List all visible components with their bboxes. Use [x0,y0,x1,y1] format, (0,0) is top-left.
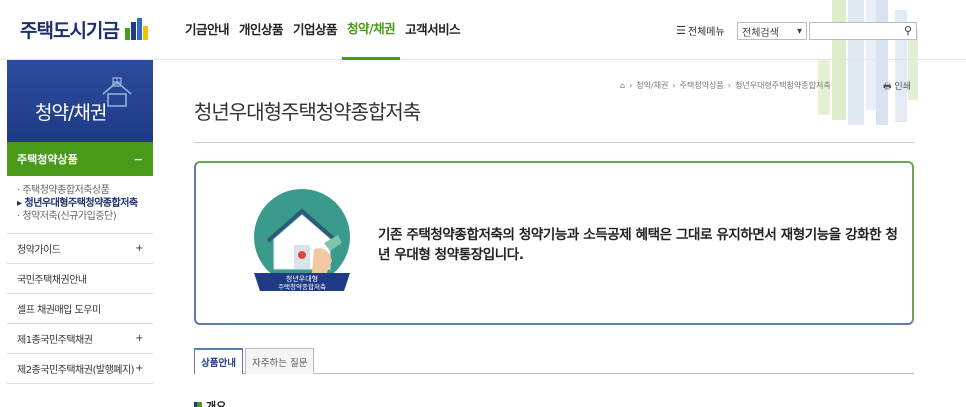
hamburger-icon: ☰ [676,24,686,37]
submenu-item-subscription-savings[interactable]: · 청약저축(신규가입중단) [17,210,153,223]
expand-icon: + [135,243,143,254]
left-nav-item-type2-bond[interactable]: 제2종국민주택채권(발행폐지) + [7,354,153,384]
nav-business-products[interactable]: 기업상품 [288,0,342,60]
search-scope-select[interactable]: 전체검색 ▾ [737,22,807,40]
submenu-item-youth-savings[interactable]: ▸ 청년우대형주택청약종합저축 [17,197,153,210]
expand-icon: + [135,333,143,344]
collapse-icon: − [133,152,143,166]
divider [194,142,914,143]
left-nav-submenu: · 주택청약종합저축상품 ▸ 청년우대형주택청약종합저축 · 청약저축(신규가입… [7,176,153,234]
breadcrumb-item[interactable]: 주택청약상품 [680,80,724,91]
tab-product-info[interactable]: 상품안내 [194,348,243,374]
nav-subscription-bonds[interactable]: 청약/채권 [342,0,401,60]
tab-faq[interactable]: 자주하는 질문 [244,348,315,374]
left-nav-title: 청약/채권 [35,102,107,124]
content-tabs: 상품안내 자주하는 질문 [194,348,914,374]
left-nav-category[interactable]: 주택청약상품 − [7,142,153,176]
left-nav-item-label: 국민주택채권안내 [17,275,87,286]
page-title: 청년우대형주택청약종합저축 [194,100,421,124]
left-nav-item-type1-bond[interactable]: 제1종국민주택채권 + [7,324,153,354]
breadcrumb-separator: › [629,81,633,90]
home-icon[interactable]: ⌂ [620,81,625,90]
logo-mark-icon [124,17,148,40]
breadcrumb-separator: › [727,81,731,90]
left-nav-item-label: 제1종국민주택채권 [17,335,93,346]
product-intro-text: 기존 주택청약종합저축의 청약기능과 소득공제 혜택은 그대로 유지하면서 재형… [378,227,898,263]
section-heading-text: 개요 [206,400,227,407]
nav-customer-service[interactable]: 고객서비스 [400,0,465,60]
print-label: 인쇄 [894,82,911,92]
chevron-down-icon: ▾ [796,25,802,37]
breadcrumb-item[interactable]: 청약/채권 [636,80,668,91]
nav-fund-info[interactable]: 기금안내 [180,0,234,60]
section-heading: 개요 [194,398,226,407]
nav-personal-products[interactable]: 개인상품 [234,0,288,60]
expand-icon: + [135,363,143,374]
left-nav-header: 청약/채권 [7,60,153,142]
category-label: 주택청약상품 [17,153,78,166]
breadcrumb-separator: › [672,81,676,90]
breadcrumb: ⌂ › 청약/채권 › 주택청약상품 › 청년우대형주택청약종합저축 [620,80,835,91]
left-nav-item-self-bond-helper[interactable]: 셀프 채권매입 도우미 [7,294,153,324]
left-nav-item-label: 제2종국민주택채권(발행폐지) [17,365,135,376]
printer-icon: 🖶 [883,82,892,92]
logo-text: 주택도시기금 [20,20,120,42]
search-scope-value: 전체검색 [742,27,779,39]
left-nav-item-label: 청약가이드 [17,245,61,256]
product-intro-box: 청년우대형 주택청약종합저축 기존 주택청약종합저축의 청약기능과 소득공제 혜… [194,161,914,325]
left-nav-item-label: 셀프 채권매입 도우미 [17,305,101,316]
heading-bullet-icon [194,402,202,407]
search-input[interactable]: ⚲ [809,22,917,40]
submenu-item-housing-savings[interactable]: · 주택청약종합저축상품 [17,184,153,197]
all-menu-button[interactable]: ☰ 전체메뉴 [676,23,725,38]
badge-line2: 주택청약종합저축 [278,282,326,291]
product-badge-illustration: 청년우대형 주택청약종합저축 [254,189,350,291]
left-nav: 청약/채권 주택청약상품 − · 주택청약종합저축상품 ▸ 청년우대형주택청약종… [7,60,153,384]
badge-line1: 청년우대형 [286,274,318,283]
left-nav-item-guide[interactable]: 청약가이드 + [7,234,153,264]
site-logo[interactable]: 주택도시기금 [20,16,149,43]
print-button[interactable]: 🖶 인쇄 [883,79,911,95]
search-icon[interactable]: ⚲ [904,24,912,37]
all-menu-label: 전체메뉴 [687,27,725,38]
site-header: 주택도시기금 기금안내 개인상품 기업상품 청약/채권 고객서비스 ☰ 전체메뉴… [0,0,966,60]
global-nav: 기금안내 개인상품 기업상품 청약/채권 고객서비스 [180,0,465,60]
left-nav-item-bond-info[interactable]: 국민주택채권안내 [7,264,153,294]
breadcrumb-item[interactable]: 청년우대형주택청약종합저축 [735,80,831,91]
